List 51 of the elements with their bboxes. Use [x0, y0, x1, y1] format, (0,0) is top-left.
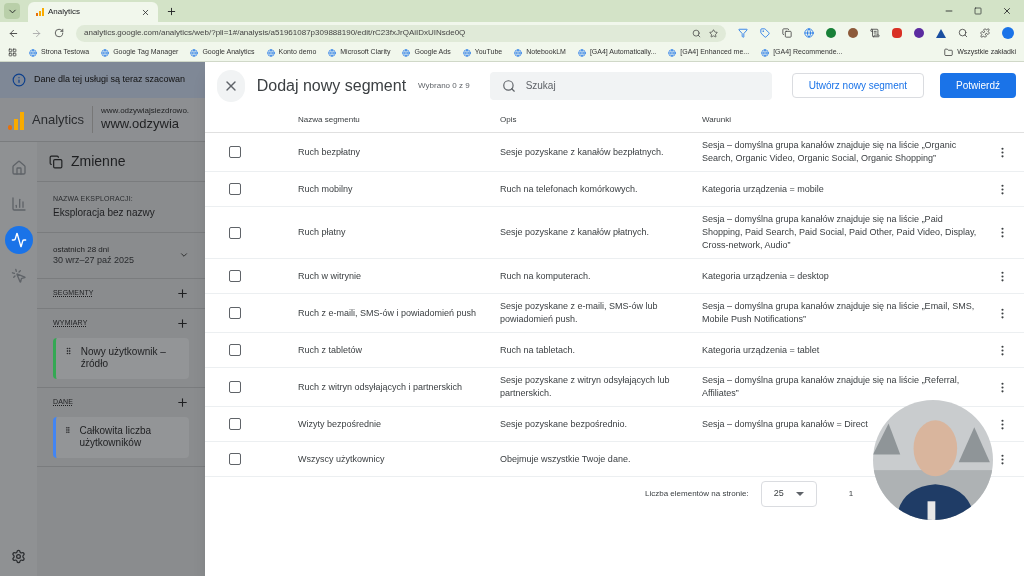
table-cell-text: Wizyty bezpośrednie [298, 417, 383, 431]
table-cell-text: Ruch płatny [298, 226, 347, 239]
column-header: Warunki [702, 113, 733, 126]
address-bar[interactable]: analytics.google.com/analytics/web/?pli=1#/analysis/a51961087p309888190/edit/rC23fxJrQAiIDxUINsde0Q [76, 24, 726, 42]
chip-label: Całkowita liczba użytkowników [79, 424, 153, 450]
page-size-label: Liczba elementów na stronie: [645, 488, 749, 500]
panel-title: Zmienne [71, 152, 127, 171]
browser-tab[interactable]: Analytics [28, 2, 158, 22]
table-cell-text: Ruch na komputerach. [500, 269, 592, 283]
table-cell-text: Ruch na telefonach komórkowych. [500, 182, 639, 196]
page-size-select[interactable]: 25 [760, 481, 817, 507]
table-cell-text: Ruch bezpłatny [298, 145, 362, 159]
search-field[interactable]: Szukaj [489, 71, 772, 100]
table-cell-text: Sesja – domyślna grupa kanałów znajduje się na liście „Referral, Affiliates” [702, 374, 961, 400]
confirm-button[interactable]: Potwierdź [940, 73, 1016, 98]
exploration-name[interactable]: Eksploracja bez nazwy [53, 204, 189, 220]
table-cell-text: Sesja – domyślna grupa kanałów znajduje się na liście „Organic Search, Organic Video, Organic Social, Organic Shopping” [702, 139, 958, 165]
create-segment-button[interactable]: Utwórz nowy segment [791, 73, 925, 98]
table-cell-text: Ruch w witrynie [298, 269, 363, 283]
table-cell-text: Wszyscy użytkownicy [298, 452, 386, 466]
banner-text: Dane dla tej usługi są teraz szacowan [34, 73, 186, 87]
column-header: Opis [500, 113, 518, 126]
property-url: www.odzywiajsiezdrowo. [101, 106, 190, 117]
table-cell-text: Sesja – domyślna grupa kanałów znajduje się na liście „Email, SMS, Mobile Push Notifications” [702, 300, 976, 326]
variable-chip[interactable]: Nowy użytkownik – źródło [53, 337, 189, 379]
table-cell-text: Ruch z witryn odsyłających i partnerskich [298, 380, 464, 394]
date-range-dates: 30 wrz–27 paź 2025 [53, 254, 136, 266]
chip-label: Nowy użytkownik – źródło [80, 345, 167, 371]
table-cell-text: Sesje pozyskane bezpośrednio. [500, 417, 629, 431]
table-cell-text: Sesje pozyskane z kanałów płatnych. [500, 226, 651, 239]
table-cell-text: Ruch z tabletów [298, 343, 364, 357]
column-header: Nazwa segmentu [298, 113, 361, 126]
page-range: 1 [848, 488, 854, 500]
table-cell-text: Ruch na tabletach. [500, 343, 577, 357]
variable-chip[interactable]: Całkowita liczba użytkowników [53, 416, 189, 458]
table-cell-text: Ruch mobilny [298, 182, 354, 196]
table-cell-text: Obejmuje wszystkie Twoje dane. [500, 452, 632, 466]
table-cell-text: Sesja – domyślna grupa kanałów znajduje się na liście „Paid Shopping, Paid Search, Paid Social, Paid Other, Paid Video, Display, Cross-network, Audio” [702, 213, 978, 252]
date-range-label: ostatnich 28 dni [53, 244, 111, 255]
dialog-title: Dodaj nowy segment [256, 75, 407, 96]
table-cell-text: Sesja – domyślna grupa kanałów = Direct [702, 417, 869, 431]
table-cell-text: Ruch z e-maili, SMS-ów i powiadomień push [298, 306, 478, 320]
table-cell-text: Sesje pozyskane z e-maili, SMS-ów lub powiadomień push. [500, 300, 659, 326]
selection-count: Wybrano 0 z 9 [418, 79, 470, 92]
table-cell-text: Sesje pozyskane z witryn odsyłających lub partnerskich. [500, 374, 671, 400]
table-cell-text: Sesje pozyskane z kanałów bezpłatnych. [500, 145, 665, 159]
table-cell-text: Kategoria urządzenia = mobile [702, 182, 825, 196]
property-name[interactable]: www.odzywia [101, 116, 190, 133]
table-cell-text: Kategoria urządzenia = tablet [702, 343, 821, 357]
product-name: Analytics [32, 110, 85, 129]
table-cell-text: Kategoria urządzenia = desktop [702, 269, 830, 283]
